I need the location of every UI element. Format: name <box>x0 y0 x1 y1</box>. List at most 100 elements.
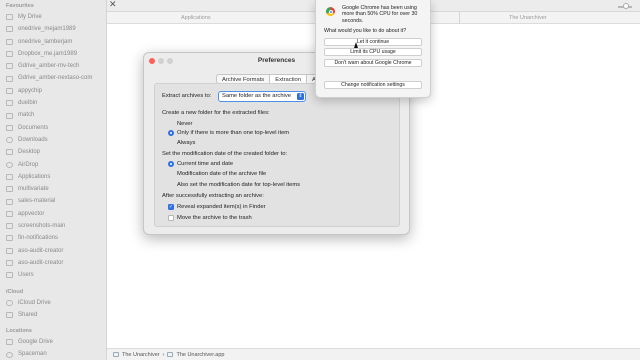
sidebar-item-fin-notifications[interactable]: fin-notifications <box>0 232 106 244</box>
folder-icon <box>6 186 13 193</box>
radio-date-current[interactable] <box>168 161 174 167</box>
sidebar-item-match[interactable]: match <box>0 109 106 121</box>
sidebar-item-label: Applications <box>18 173 51 180</box>
sidebar-item-label: sales-material <box>18 198 56 205</box>
folder-icon <box>6 210 13 217</box>
sidebar-item-spaceman[interactable]: Spaceman <box>0 348 106 360</box>
checkbox-reveal-label[interactable]: Reveal expanded item(s) in Finder <box>177 204 266 210</box>
finder-sidebar: Favourites My Drive onedrive_mejam1989 o… <box>0 0 107 360</box>
chrome-icon <box>326 7 335 16</box>
limit-cpu-button[interactable]: Limit its CPU usage <box>324 48 422 56</box>
column-header-unarchiver[interactable]: The Unarchiver <box>509 15 547 21</box>
date-heading: Set the modification date of the created… <box>162 151 288 157</box>
chrome-cpu-notification: Google Chrome has been using more than 5… <box>315 0 431 98</box>
folder-heading: Create a new folder for the extracted fi… <box>162 110 270 116</box>
radio-folder-multiple[interactable] <box>168 130 174 136</box>
sidebar-item-sales-material[interactable]: sales-material <box>0 195 106 207</box>
column-header-applications[interactable]: Applications <box>181 15 211 21</box>
radio-never-label[interactable]: Never <box>177 121 192 127</box>
radio-archive-date-label[interactable]: Modification date of the archive file <box>177 171 266 177</box>
disk-icon <box>6 351 13 358</box>
sidebar-item-appvector[interactable]: appvector <box>0 208 106 220</box>
sidebar-item-label: match <box>18 112 35 119</box>
folder-icon <box>6 223 13 230</box>
sidebar-item-label: Gdrive_amber-mv-tech <box>18 63 80 70</box>
sidebar-item-users[interactable]: Users <box>0 269 106 281</box>
sidebar-item-airdrop[interactable]: AirDrop <box>0 159 106 171</box>
checkbox-top-level-label[interactable]: Also set the modification date for top-l… <box>177 182 300 188</box>
shared-folder-icon <box>6 311 13 318</box>
mouse-cursor-icon <box>354 42 358 48</box>
chevron-updown-icon: ⇕ <box>297 92 304 100</box>
sidebar-item-dropbox[interactable]: Dropbox_me.jam1989 <box>0 48 106 60</box>
sidebar-item-label: Downloads <box>18 136 48 143</box>
sidebar-item-aso-audit-creator-1[interactable]: aso-audit-creator <box>0 245 106 257</box>
radio-always-label[interactable]: Always <box>177 140 195 146</box>
sidebar-item-gdrive-mv-tech[interactable]: Gdrive_amber-mv-tech <box>0 60 106 72</box>
radio-multiple-label[interactable]: Only if there is more than one top-level… <box>177 130 289 136</box>
sidebar-item-onedrive-lamberjam[interactable]: onedrive_lamberjam <box>0 36 106 48</box>
sidebar-item-shared[interactable]: Shared <box>0 309 106 321</box>
sidebar-item-downloads[interactable]: Downloads <box>0 134 106 146</box>
let-it-continue-button[interactable]: Let it continue <box>324 38 422 46</box>
drive-icon <box>6 339 13 346</box>
sidebar-item-desktop[interactable]: Desktop <box>0 146 106 158</box>
sidebar-item-onedrive-mejam[interactable]: onedrive_mejam1989 <box>0 23 106 35</box>
sidebar-item-icloud-drive[interactable]: iCloud Drive <box>0 297 106 309</box>
after-heading: After successfully extracting an archive… <box>162 193 264 199</box>
desktop-icon <box>6 149 13 156</box>
sidebar-item-google-drive[interactable]: Google Drive <box>0 336 106 348</box>
folder-icon <box>113 352 119 357</box>
sidebar-item-appychip[interactable]: appychip <box>0 85 106 97</box>
checkbox-trash-label[interactable]: Move the archive to the trash <box>177 215 252 221</box>
notification-question: What would you like to do about it? <box>324 28 407 34</box>
icon-size-slider-knob[interactable] <box>623 3 629 9</box>
checkbox-move-to-trash[interactable] <box>168 215 174 221</box>
extract-location-value: Same folder as the archive <box>222 93 291 99</box>
folder-icon <box>6 63 13 70</box>
folder-icon <box>6 87 13 94</box>
close-icon[interactable]: ✕ <box>109 0 117 10</box>
sidebar-item-aso-audit-creator-2[interactable]: aso-audit-creator <box>0 257 106 269</box>
folder-icon <box>6 198 13 205</box>
folder-icon <box>6 272 13 279</box>
folder-icon <box>6 235 13 242</box>
path-item-app[interactable]: The Unarchiver.app <box>176 352 224 358</box>
extract-location-select[interactable]: Same folder as the archive ⇕ <box>218 91 306 102</box>
sidebar-item-label: My Drive <box>18 14 42 20</box>
sidebar-item-screenshots-main[interactable]: screenshots-main <box>0 220 106 232</box>
sidebar-item-label: aso-audit-creator <box>18 247 64 254</box>
sidebar-item-label: Google Drive <box>18 339 54 346</box>
sidebar-item-label: Dropbox_me.jam1989 <box>18 50 78 57</box>
folder-icon <box>6 38 13 45</box>
folder-icon <box>6 100 13 107</box>
sidebar-item-applications[interactable]: Applications <box>0 171 106 183</box>
path-item-folder[interactable]: The Unarchiver <box>122 352 160 358</box>
folder-icon <box>6 14 13 21</box>
sidebar-item-label: multivariate <box>18 186 49 193</box>
sidebar-item-label: onedrive_lamberjam <box>18 38 73 45</box>
sidebar-item-documents[interactable]: Documents <box>0 122 106 134</box>
sidebar-item-gdrive-nextaso[interactable]: Gdrive_amber-nextaso-com <box>0 72 106 84</box>
sidebar-item-label: fin-notifications <box>18 235 59 242</box>
folder-icon <box>6 112 13 119</box>
sidebar-item-label: appychip <box>18 87 43 94</box>
radio-current-label[interactable]: Current time and date <box>177 161 233 167</box>
download-icon <box>6 137 13 144</box>
folder-icon <box>6 26 13 33</box>
sidebar-item-label: Users <box>18 272 34 279</box>
sidebar-item-label: screenshots-main <box>18 223 66 230</box>
path-bar: The Unarchiver › The Unarchiver.app <box>107 348 640 360</box>
sidebar-section-favourites: Favourites <box>6 3 34 9</box>
sidebar-item-my-drive[interactable]: My Drive <box>0 11 106 23</box>
sidebar-item-duelbin[interactable]: duelbin <box>0 97 106 109</box>
extraction-pane: Extract archives to: Same folder as the … <box>154 83 400 227</box>
column-divider[interactable] <box>459 12 460 24</box>
notification-settings-button[interactable]: Change notification settings <box>324 81 422 89</box>
sidebar-section-locations: Locations <box>6 328 32 335</box>
folder-icon <box>6 51 13 58</box>
app-icon <box>167 352 174 357</box>
dont-warn-button[interactable]: Don't warn about Google Chrome <box>324 59 422 67</box>
sidebar-item-multivariate[interactable]: multivariate <box>0 183 106 195</box>
checkbox-reveal-in-finder[interactable]: ✓ <box>168 204 174 210</box>
